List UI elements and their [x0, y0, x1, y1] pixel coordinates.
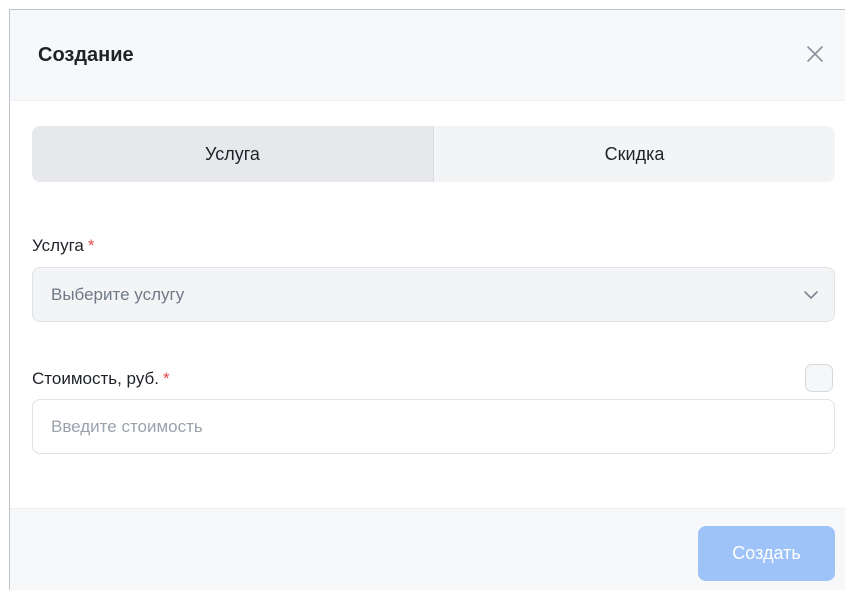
- create-button[interactable]: Создать: [698, 526, 835, 581]
- required-mark: *: [162, 369, 170, 388]
- chevron-down-icon: [804, 291, 818, 299]
- modal-header: Создание: [10, 10, 845, 101]
- create-modal: Создание Услуга Скидка Услуга * Выберите …: [9, 9, 845, 590]
- modal-footer: Создать: [10, 508, 845, 590]
- service-select-placeholder: Выберите услугу: [51, 285, 185, 304]
- cost-input[interactable]: [32, 399, 835, 454]
- cost-checkbox[interactable]: [805, 364, 833, 392]
- close-button[interactable]: [805, 44, 825, 64]
- modal-body: Услуга Скидка Услуга * Выберите услугу Ст…: [10, 101, 845, 508]
- tab-service[interactable]: Услуга: [32, 126, 434, 182]
- modal-title: Создание: [38, 44, 134, 66]
- required-mark: *: [87, 236, 95, 255]
- close-icon: [807, 46, 823, 62]
- service-label-text: Услуга: [32, 236, 84, 255]
- cost-label-text: Стоимость, руб.: [32, 369, 159, 388]
- cost-label: Стоимость, руб. *: [32, 369, 170, 389]
- tab-discount[interactable]: Скидка: [434, 126, 835, 182]
- service-label: Услуга *: [32, 236, 95, 256]
- type-switch: Услуга Скидка: [32, 126, 835, 182]
- service-select[interactable]: Выберите услугу: [32, 267, 835, 322]
